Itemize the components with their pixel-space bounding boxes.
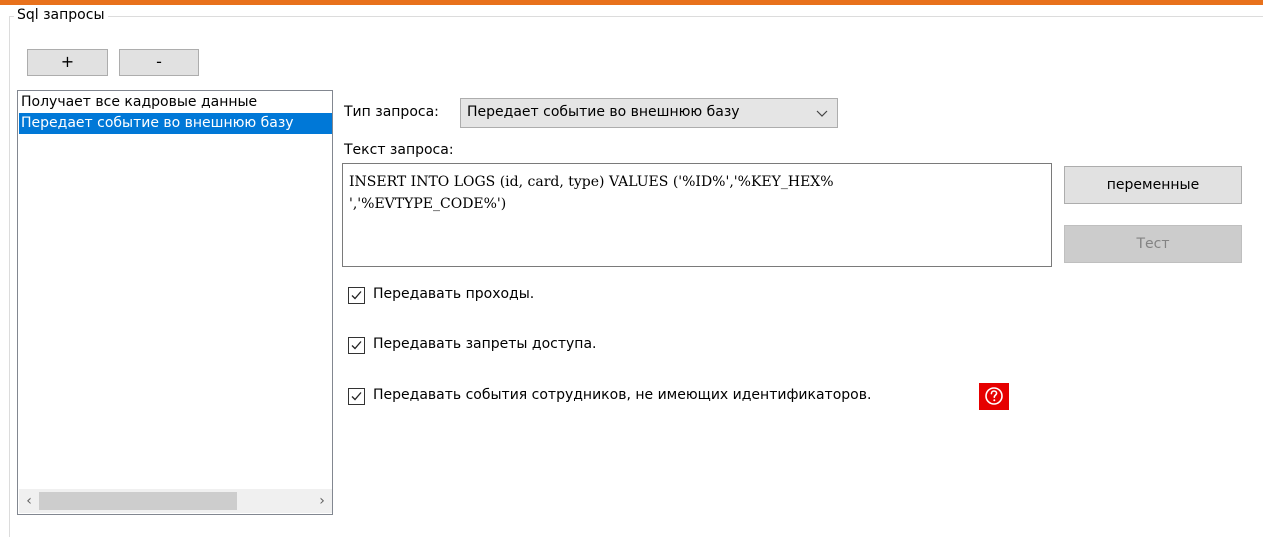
variables-button[interactable]: переменные bbox=[1064, 166, 1242, 204]
test-button[interactable]: Тест bbox=[1064, 225, 1242, 263]
query-type-select[interactable]: Передает событие во внешнюю базу bbox=[460, 98, 838, 128]
group-title: Sql запросы bbox=[14, 6, 108, 24]
remove-query-button[interactable]: - bbox=[119, 49, 199, 76]
add-query-button[interactable]: + bbox=[27, 49, 108, 76]
horizontal-scrollbar[interactable]: ‹ › bbox=[19, 489, 332, 513]
checkmark-icon bbox=[351, 291, 362, 300]
query-text-label: Текст запроса: bbox=[344, 142, 454, 158]
top-accent-bar bbox=[0, 0, 1263, 5]
checkmark-icon bbox=[351, 341, 362, 350]
query-list[interactable]: Получает все кадровые данные Передает со… bbox=[17, 90, 333, 515]
query-type-value: Передает событие во внешнюю базу bbox=[467, 104, 740, 120]
checkbox-no-identifiers[interactable] bbox=[348, 388, 365, 405]
scrollbar-thumb[interactable] bbox=[39, 492, 237, 510]
list-item[interactable]: Получает все кадровые данные bbox=[19, 92, 332, 113]
chevron-down-icon bbox=[815, 106, 829, 120]
checkbox-label: Передавать проходы. bbox=[373, 286, 535, 302]
checkbox-passes[interactable] bbox=[348, 287, 365, 304]
checkbox-label: Передавать события сотрудников, не имеющ… bbox=[373, 387, 872, 403]
question-circle-icon bbox=[985, 387, 1003, 405]
checkbox-denials[interactable] bbox=[348, 337, 365, 354]
query-text-input[interactable]: INSERT INTO LOGS (id, card, type) VALUES… bbox=[342, 163, 1052, 267]
query-type-label: Тип запроса: bbox=[344, 104, 439, 120]
checkmark-icon bbox=[351, 392, 362, 401]
scroll-left-icon[interactable]: ‹ bbox=[19, 489, 39, 513]
help-button[interactable] bbox=[979, 383, 1009, 410]
scroll-right-icon[interactable]: › bbox=[312, 489, 332, 513]
checkbox-label: Передавать запреты доступа. bbox=[373, 336, 597, 352]
list-item-selected[interactable]: Передает событие во внешнюю базу bbox=[19, 113, 332, 134]
